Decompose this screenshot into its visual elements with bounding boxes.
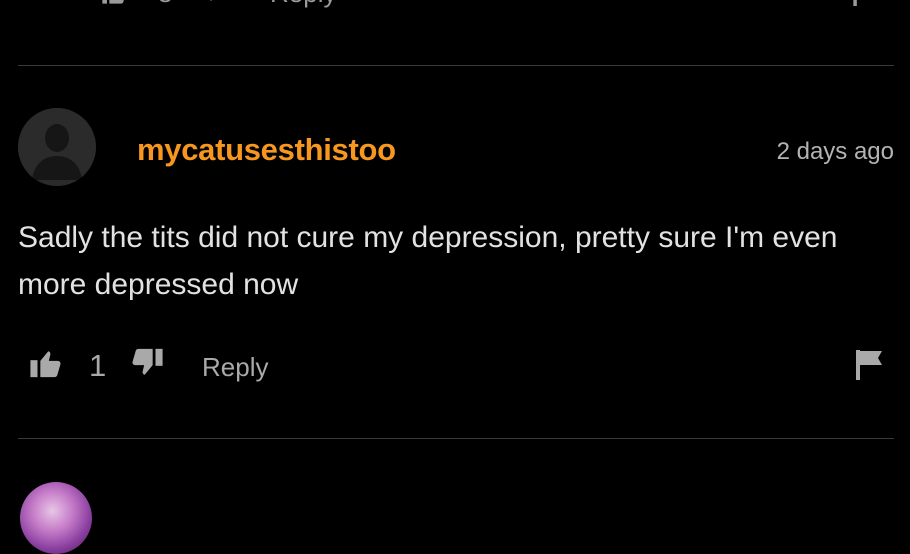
previous-reply-button[interactable]: Reply bbox=[270, 0, 336, 9]
thumbs-up-icon[interactable] bbox=[100, 0, 128, 6]
next-comment-avatar[interactable] bbox=[20, 482, 92, 554]
comment-username[interactable]: mycatusesthistoo bbox=[137, 132, 396, 168]
comment-text: Sadly the tits did not cure my depressio… bbox=[18, 221, 838, 301]
previous-comment-actions: 8 Reply bbox=[0, 0, 910, 8]
default-user-avatar[interactable] bbox=[18, 108, 96, 186]
comment-timestamp: 2 days ago bbox=[776, 138, 894, 165]
flag-icon[interactable] bbox=[850, 0, 866, 6]
comment-divider-bottom bbox=[18, 438, 894, 439]
comment-actions: 1 Reply bbox=[0, 340, 910, 390]
user-silhouette-icon bbox=[18, 108, 96, 186]
thumbs-up-icon[interactable] bbox=[29, 346, 63, 380]
previous-like-count: 8 bbox=[158, 0, 172, 9]
thumbs-down-icon[interactable] bbox=[130, 346, 164, 380]
comment-divider-top bbox=[18, 65, 894, 66]
flag-icon[interactable] bbox=[854, 348, 884, 380]
like-count: 1 bbox=[89, 348, 107, 383]
thumbs-down-icon[interactable] bbox=[200, 0, 226, 6]
reply-button[interactable]: Reply bbox=[202, 352, 268, 383]
